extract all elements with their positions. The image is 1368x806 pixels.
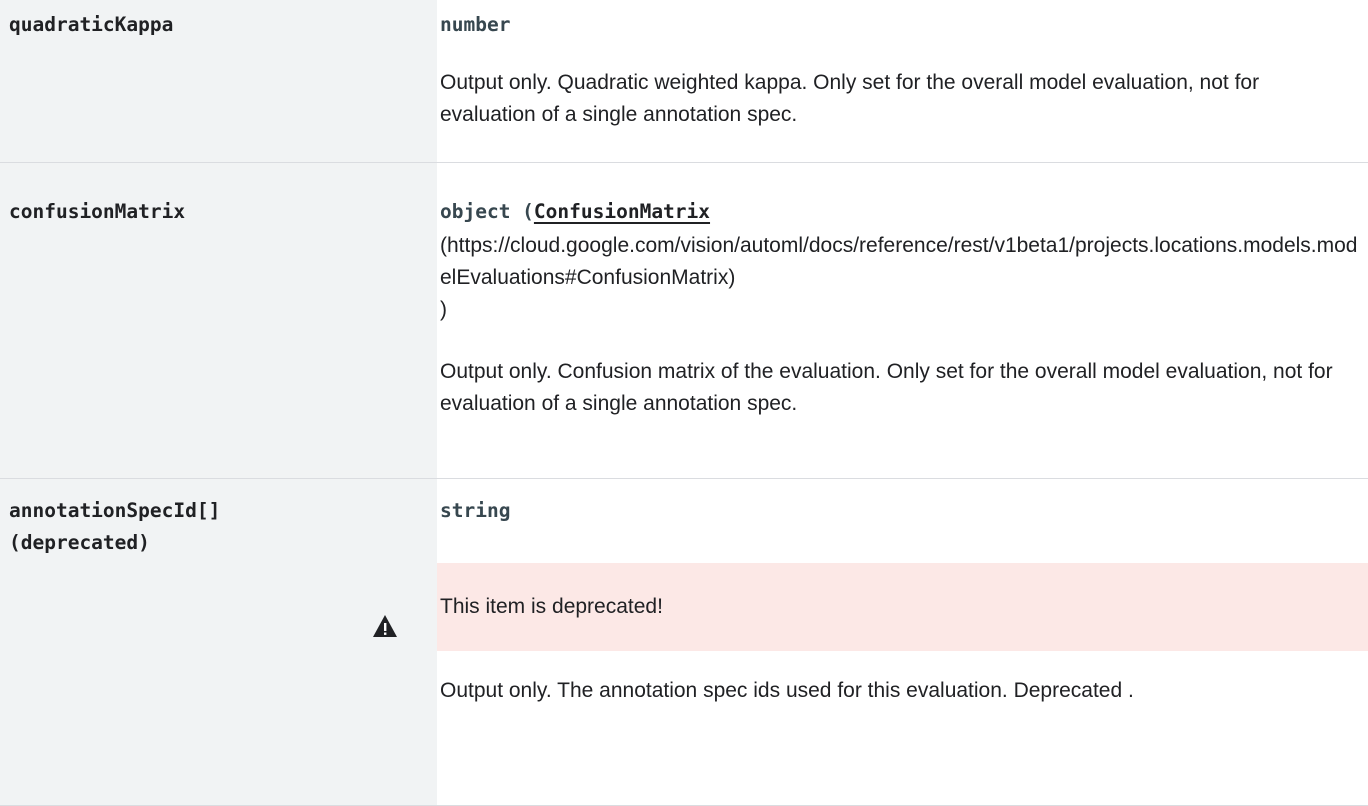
field-name-cell: confusionMatrix	[0, 163, 437, 478]
field-description: Output only. Quadratic weighted kappa. O…	[440, 71, 1260, 126]
field-description-cell: number Output only. Quadratic weighted k…	[437, 0, 1368, 162]
field-type: string	[440, 499, 511, 522]
field-row-confusion-matrix: confusionMatrix object (ConfusionMatrix …	[0, 163, 1368, 479]
field-name: annotationSpecId[]	[9, 499, 221, 522]
field-name-cell: quadraticKappa	[0, 0, 437, 162]
field-type-prefix: object (	[440, 200, 534, 223]
field-row-quadratic-kappa: quadraticKappa number Output only. Quadr…	[0, 0, 1368, 163]
field-name-cell: annotationSpecId[] (deprecated)	[0, 479, 437, 805]
field-deprecated-note: (deprecated)	[9, 531, 150, 554]
confusion-matrix-link[interactable]: ConfusionMatrix	[534, 200, 710, 223]
field-type: object (ConfusionMatrix (https://cloud.g…	[440, 163, 1360, 326]
field-description-cell: string This item is deprecated! Output o…	[437, 479, 1368, 805]
field-description: Output only. Confusion matrix of the eva…	[440, 360, 1333, 415]
deprecated-notice: This item is deprecated!	[440, 595, 663, 618]
confusion-matrix-url: (https://cloud.google.com/vision/automl/…	[440, 234, 1358, 289]
field-description: Output only. The annotation spec ids use…	[440, 679, 1134, 702]
field-type: number	[440, 13, 511, 36]
field-name: quadraticKappa	[9, 13, 174, 36]
deprecated-notice-box: This item is deprecated!	[437, 563, 1368, 651]
field-type-suffix: )	[440, 298, 447, 321]
field-description-cell: object (ConfusionMatrix (https://cloud.g…	[437, 163, 1368, 478]
field-name: confusionMatrix	[9, 200, 186, 223]
warning-icon	[373, 615, 397, 637]
field-row-annotation-spec-id: annotationSpecId[] (deprecated) string T…	[0, 479, 1368, 806]
field-table: quadraticKappa number Output only. Quadr…	[0, 0, 1368, 806]
